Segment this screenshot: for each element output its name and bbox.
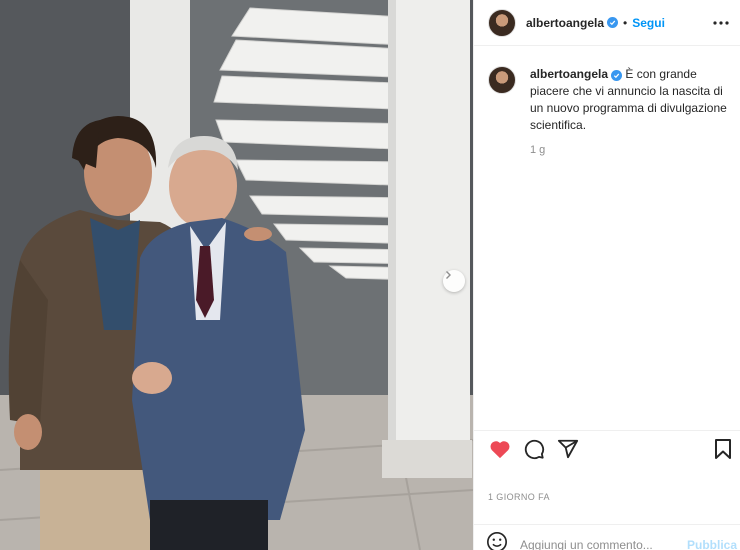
more-options-icon[interactable] <box>711 13 731 33</box>
follow-button[interactable]: Segui <box>632 16 665 30</box>
post-photo[interactable] <box>0 0 473 550</box>
verified-badge-icon <box>611 70 623 81</box>
emoji-icon[interactable] <box>486 531 508 550</box>
post-timestamp[interactable]: 1 GIORNO FA <box>488 492 550 502</box>
username-link[interactable]: albertoangela <box>526 16 604 30</box>
heart-icon <box>489 439 511 464</box>
comment-icon <box>523 438 545 465</box>
avatar[interactable] <box>488 8 516 37</box>
action-bar <box>474 430 740 472</box>
share-button[interactable] <box>556 438 580 465</box>
caption-body: albertoangela È con grande piacere che v… <box>530 66 734 159</box>
share-icon <box>557 438 579 465</box>
verified-badge-icon <box>607 17 619 28</box>
caption-avatar[interactable] <box>488 66 516 94</box>
comment-input[interactable] <box>520 537 685 550</box>
carousel-next-button[interactable] <box>443 270 465 292</box>
caption-username[interactable]: albertoangela <box>530 67 608 81</box>
publish-button[interactable]: Pubblica <box>687 538 737 550</box>
separator-dot: • <box>623 15 628 30</box>
post-side-panel: albertoangela • Segui albertoangela È co… <box>473 0 740 550</box>
caption-time[interactable]: 1 g <box>530 142 734 159</box>
comment-button[interactable] <box>522 438 546 465</box>
comment-bar: Pubblica <box>474 524 740 550</box>
photo-illustration <box>0 0 473 550</box>
save-button[interactable] <box>711 438 735 465</box>
like-button[interactable] <box>488 440 512 464</box>
post-header: albertoangela • Segui <box>474 0 740 46</box>
bookmark-icon <box>714 438 732 465</box>
caption: albertoangela È con grande piacere che v… <box>488 66 734 159</box>
